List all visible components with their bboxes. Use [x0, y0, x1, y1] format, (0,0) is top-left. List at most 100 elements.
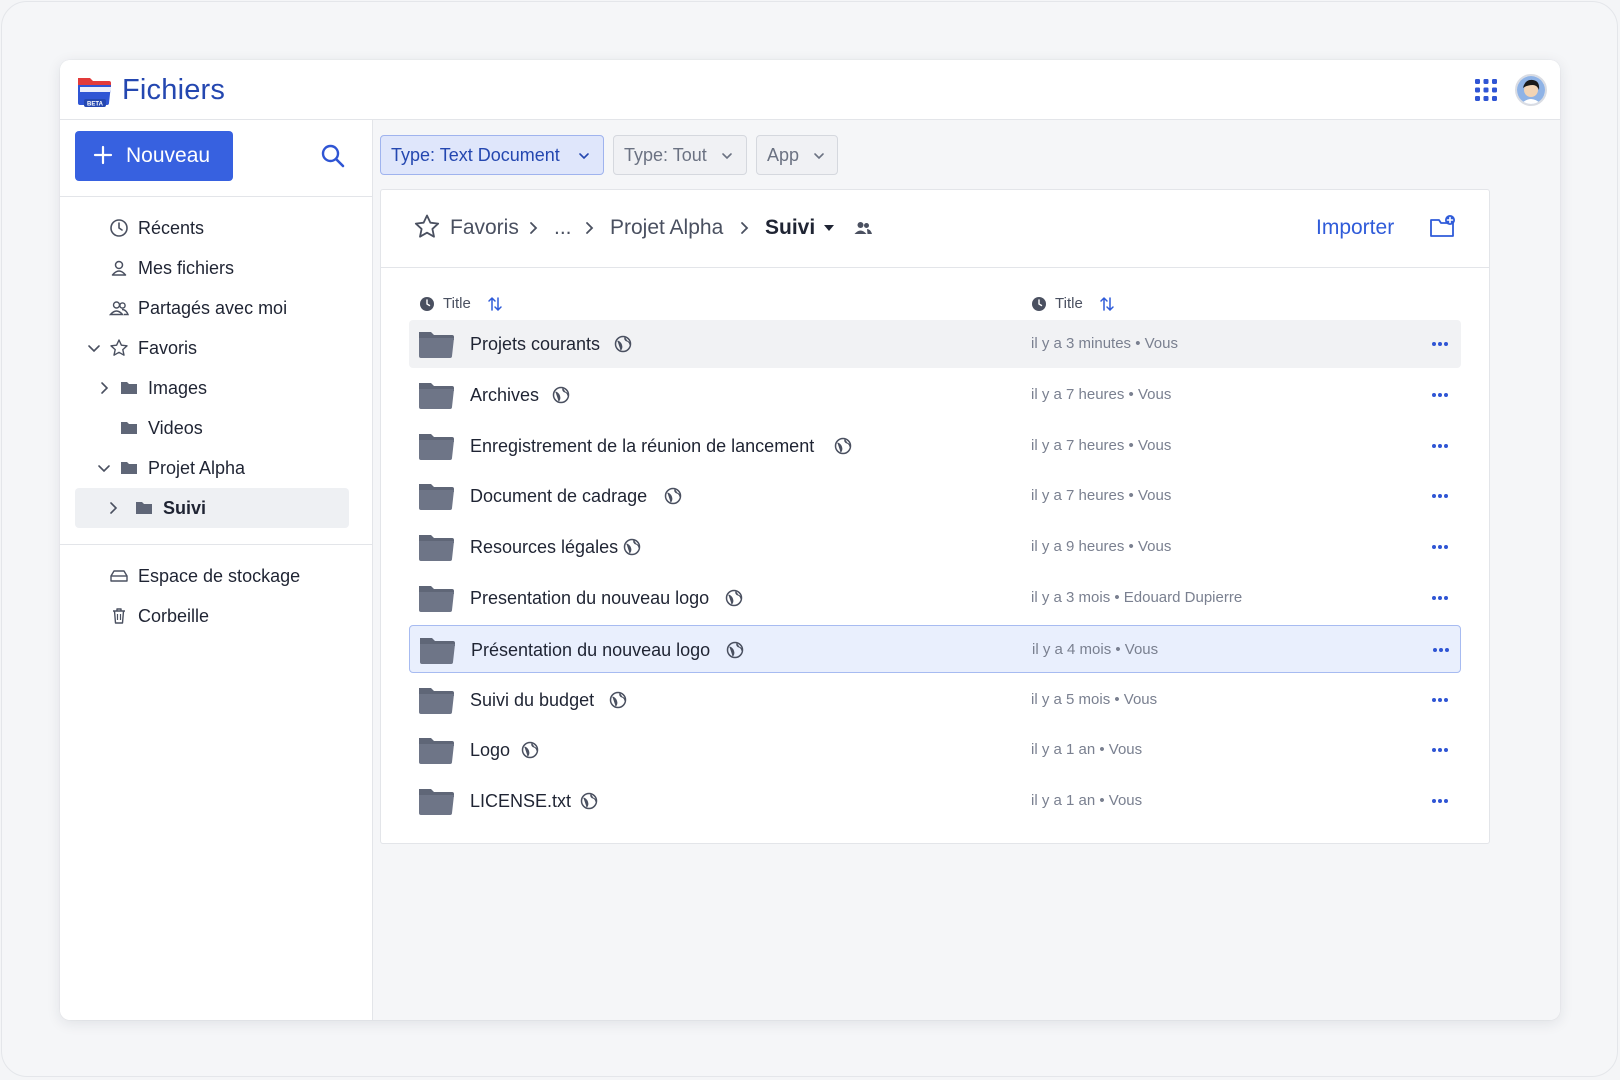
filter-type-all[interactable]: Type: Tout — [613, 135, 747, 175]
file-name: Enregistrement de la réunion de lancemen… — [470, 435, 815, 456]
more-options-icon[interactable] — [1428, 436, 1452, 456]
table-row[interactable]: LICENSE.txt il y a 1 an • Vous — [409, 777, 1461, 825]
sidebar-item-label: Récents — [138, 218, 205, 238]
file-name: Presentation du nouveau logo — [470, 588, 710, 608]
more-options-icon[interactable] — [1428, 791, 1452, 811]
new-button-label: Nouveau — [126, 144, 211, 167]
chevron-down-icon[interactable] — [94, 458, 114, 478]
file-modified: il y a 7 heures • Vous — [1031, 436, 1172, 454]
breadcrumb-ellipsis[interactable]: ... — [554, 214, 572, 242]
globe-icon — [834, 437, 852, 454]
import-button[interactable]: Importer — [1316, 214, 1394, 242]
table-row[interactable]: Enregistrement de la réunion de lancemen… — [409, 422, 1461, 470]
folder-icon — [417, 329, 455, 359]
new-folder-icon[interactable] — [1428, 213, 1456, 241]
sidebar-item-label: Partagés avec moi — [138, 298, 288, 318]
sort-icon[interactable] — [1099, 295, 1115, 313]
more-options-icon[interactable] — [1428, 537, 1452, 557]
shared-users-icon[interactable] — [853, 218, 873, 238]
chevron-right-icon[interactable] — [94, 378, 114, 398]
file-modified: il y a 3 mois • Edouard Dupierre — [1031, 589, 1243, 606]
folder-icon — [121, 462, 137, 474]
globe-icon — [609, 691, 627, 708]
sidebar-item-suivi[interactable]: Suivi — [75, 488, 349, 528]
user-icon — [111, 260, 127, 276]
file-modified: il y a 5 mois • Vous — [1031, 690, 1158, 708]
folder-icon — [418, 635, 456, 665]
file-modified: il y a 9 heures • Vous — [1031, 538, 1172, 556]
table-row[interactable]: Presentation du nouveau logo il y a 3 moi… — [409, 574, 1461, 622]
app-window: BETA Fichiers Nouveau Récents Mes fichie… — [60, 60, 1560, 1020]
file-modified: il y a 1 an • Vous — [1031, 792, 1143, 810]
globe-icon — [580, 792, 598, 810]
table-row[interactable]: Suivi du budget il y a 5 mois • Vous — [409, 676, 1461, 724]
sidebar-item-label: Videos — [148, 418, 203, 438]
file-name: Document de cadrage — [470, 486, 648, 507]
file-panel: Favoris ... Projet Alpha Suivi Importer … — [380, 189, 1490, 844]
clock-filled-icon — [1032, 297, 1046, 311]
table-row[interactable]: Document de cadrage il y a 7 heures • Vou… — [409, 472, 1461, 520]
file-modified: il y a 7 heures • Vous — [1031, 385, 1172, 403]
caret-down-icon[interactable] — [822, 221, 836, 235]
users-icon — [109, 301, 129, 316]
more-options-icon[interactable] — [1429, 640, 1453, 660]
avatar-icon — [1517, 76, 1545, 104]
sidebar-item-storage[interactable]: Espace de stockage — [100, 556, 350, 596]
more-options-icon[interactable] — [1428, 740, 1452, 760]
table-row[interactable]: Projets courants il y a 3 minutes • Vous — [409, 320, 1461, 368]
chevron-right-icon[interactable] — [103, 498, 123, 518]
user-avatar[interactable] — [1515, 74, 1547, 106]
globe-icon — [664, 488, 682, 505]
clock-icon — [110, 219, 128, 237]
sidebar-item-images[interactable]: Images — [94, 368, 350, 408]
filter-app[interactable]: App — [756, 135, 838, 175]
filter-type-text-document[interactable]: Type: Text Document — [380, 135, 604, 175]
star-icon[interactable] — [413, 213, 441, 241]
breadcrumb-favoris[interactable]: Favoris — [450, 214, 519, 242]
chevron-down-icon — [579, 153, 589, 160]
more-options-icon[interactable] — [1428, 588, 1452, 608]
breadcrumb-suivi[interactable]: Suivi — [765, 214, 815, 242]
clock-filled-icon — [420, 297, 434, 311]
sidebar-item-favoris[interactable]: Favoris — [84, 328, 350, 368]
sidebar-item-partages[interactable]: Partagés avec moi — [100, 288, 350, 328]
globe-icon — [552, 386, 570, 404]
sidebar-item-label: Favoris — [138, 338, 198, 358]
sidebar-item-projet-alpha[interactable]: Projet Alpha — [94, 448, 350, 488]
table-row[interactable]: Archives il y a 7 heures • Vous — [409, 371, 1461, 419]
sidebar-item-label: Espace de stockage — [138, 566, 301, 586]
plus-icon — [93, 145, 113, 165]
more-options-icon[interactable] — [1428, 334, 1452, 354]
more-options-icon[interactable] — [1428, 486, 1452, 506]
breadcrumb-projet-alpha[interactable]: Projet Alpha — [610, 214, 723, 242]
more-options-icon[interactable] — [1428, 385, 1452, 405]
sidebar-item-label: Images — [148, 378, 208, 398]
sidebar-item-mes-fichiers[interactable]: Mes fichiers — [100, 248, 350, 288]
folder-icon — [417, 786, 455, 816]
sort-icon[interactable] — [487, 295, 503, 313]
search-icon[interactable] — [318, 141, 348, 171]
more-options-icon[interactable] — [1428, 690, 1452, 710]
grid-apps-icon[interactable] — [1472, 76, 1500, 104]
folder-icon — [121, 382, 137, 394]
table-row[interactable]: Présentation du nouveau logo il y a 4 moi… — [409, 624, 1461, 673]
chevron-down-icon[interactable] — [84, 338, 104, 358]
new-button[interactable]: Nouveau — [75, 131, 233, 181]
table-row[interactable]: Logo il y a 1 an • Vous — [409, 726, 1461, 774]
column-header-label: Title — [443, 295, 471, 312]
sidebar-divider-bottom — [60, 544, 373, 545]
file-modified: il y a 1 an • Vous — [1031, 741, 1143, 759]
trash-icon — [113, 608, 125, 624]
sidebar-item-videos[interactable]: Videos — [94, 408, 350, 448]
folder-icon — [417, 532, 455, 562]
file-name: Suivi du budget — [470, 689, 595, 710]
sidebar-item-trash[interactable]: Corbeille — [100, 596, 350, 636]
star-icon — [110, 339, 128, 356]
file-modified: il y a 4 mois • Vous — [1032, 640, 1159, 658]
chevron-down-icon — [814, 153, 824, 160]
top-header: BETA Fichiers — [60, 60, 1560, 120]
breadcrumb: Favoris ... Projet Alpha Suivi Importer — [381, 190, 1489, 268]
sidebar-item-recents[interactable]: Récents — [100, 208, 350, 248]
table-row[interactable]: Resources légales il y a 9 heures • Vous — [409, 523, 1461, 571]
filter-label: Type: Tout — [624, 145, 707, 165]
